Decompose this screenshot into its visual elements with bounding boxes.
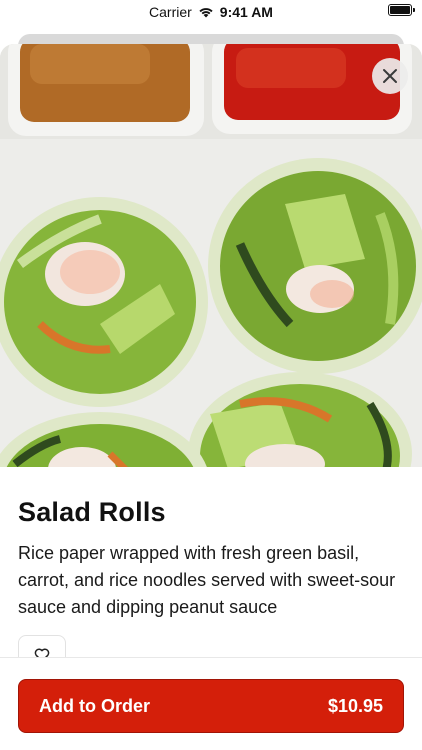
add-to-order-label: Add to Order <box>39 695 150 716</box>
order-footer: Add to Order $10.95 <box>0 657 422 750</box>
clock: 9:41 AM <box>219 4 273 20</box>
status-bar: Carrier 9:41 AM <box>0 0 422 24</box>
battery-icon <box>388 4 415 16</box>
carrier-label: Carrier <box>149 4 192 20</box>
status-center: Carrier 9:41 AM <box>149 4 273 20</box>
item-details: Salad Rolls Rice paper wrapped with fres… <box>0 467 422 675</box>
item-detail-screen: Carrier 9:41 AM Salad Rolls Rice paper w… <box>0 0 422 750</box>
close-icon <box>383 69 397 83</box>
item-description: Rice paper wrapped with fresh green basi… <box>18 543 396 617</box>
add-to-order-button[interactable]: Add to Order $10.95 <box>18 679 404 733</box>
wifi-icon <box>199 8 213 18</box>
close-button[interactable] <box>372 58 408 94</box>
salad-rolls-photo <box>0 44 422 467</box>
item-photo <box>0 44 422 467</box>
item-price: $10.95 <box>327 695 383 716</box>
item-title: Salad Rolls <box>18 497 166 527</box>
